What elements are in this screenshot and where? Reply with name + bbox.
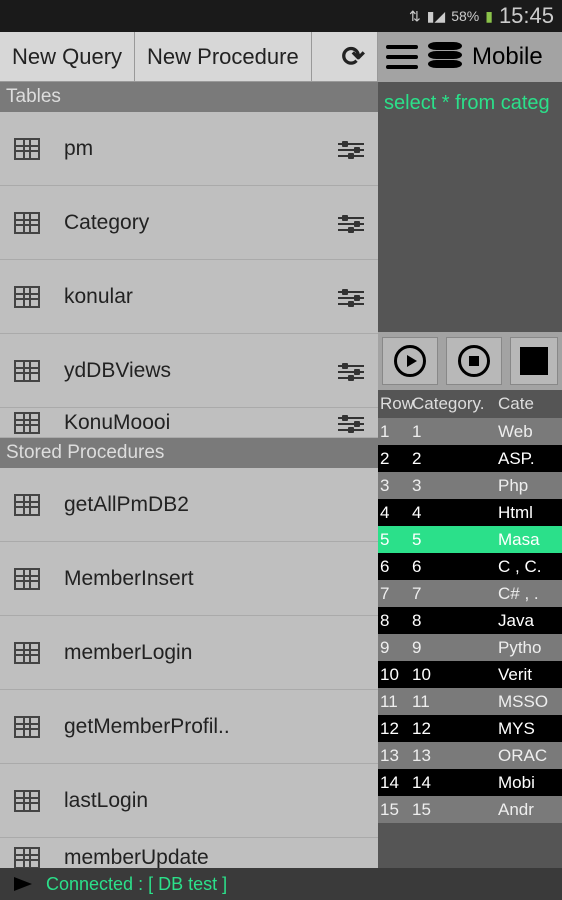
right-panel: Mobile select * from categ Row Category.… bbox=[378, 32, 562, 868]
toolbar: New Query New Procedure ⟳ bbox=[0, 32, 378, 82]
play-arrow-icon bbox=[14, 877, 32, 891]
result-row[interactable]: 1010Verit bbox=[378, 661, 562, 688]
result-row[interactable]: 1212MYS bbox=[378, 715, 562, 742]
action-bar bbox=[378, 332, 562, 390]
settings-icon[interactable] bbox=[338, 139, 364, 159]
left-panel: New Query New Procedure ⟳ Tables pm Cate… bbox=[0, 32, 378, 868]
table-row[interactable]: Category bbox=[0, 186, 378, 260]
status-footer: Connected : [ DB test ] bbox=[0, 868, 562, 900]
save-icon bbox=[520, 347, 548, 375]
proc-label: memberLogin bbox=[64, 641, 364, 665]
settings-icon[interactable] bbox=[338, 287, 364, 307]
app-title: Mobile bbox=[472, 43, 543, 71]
result-row[interactable]: 33Php bbox=[378, 472, 562, 499]
table-icon bbox=[14, 716, 40, 738]
sync-icon: ⇅ bbox=[409, 8, 421, 25]
proc-row[interactable]: getMemberProfil.. bbox=[0, 690, 378, 764]
settings-icon[interactable] bbox=[338, 213, 364, 233]
new-procedure-label: New Procedure bbox=[147, 44, 299, 70]
play-icon bbox=[407, 355, 417, 367]
proc-label: lastLogin bbox=[64, 789, 364, 813]
table-icon bbox=[14, 212, 40, 234]
table-row[interactable]: konular bbox=[0, 260, 378, 334]
result-row[interactable]: 1111MSSO bbox=[378, 688, 562, 715]
refresh-icon: ⟳ bbox=[342, 40, 365, 73]
battery-icon: ▮ bbox=[485, 8, 493, 25]
table-icon bbox=[14, 138, 40, 160]
refresh-button[interactable]: ⟳ bbox=[312, 32, 378, 81]
proc-label: MemberInsert bbox=[64, 567, 364, 591]
proc-row[interactable]: getAllPmDB2 bbox=[0, 468, 378, 542]
table-label: pm bbox=[64, 137, 338, 161]
table-row[interactable]: KonuMoooi bbox=[0, 408, 378, 438]
query-editor[interactable]: select * from categ bbox=[378, 82, 562, 332]
results-grid[interactable]: 11Web22ASP.33Php44Html55Masa66C , C.77C#… bbox=[378, 418, 562, 868]
table-icon bbox=[14, 286, 40, 308]
proc-row[interactable]: MemberInsert bbox=[0, 542, 378, 616]
result-row[interactable]: 1414Mobi bbox=[378, 769, 562, 796]
table-row[interactable]: pm bbox=[0, 112, 378, 186]
stop-icon bbox=[469, 356, 479, 366]
table-icon bbox=[14, 642, 40, 664]
results-header: Row Category. Cate bbox=[378, 390, 562, 418]
table-icon bbox=[14, 360, 40, 382]
table-icon bbox=[14, 568, 40, 590]
status-bar: ⇅ ▮◢ 58% ▮ 15:45 bbox=[0, 0, 562, 32]
new-query-label: New Query bbox=[12, 44, 122, 70]
result-row[interactable]: 1515Andr bbox=[378, 796, 562, 823]
result-row[interactable]: 99Pytho bbox=[378, 634, 562, 661]
right-header: Mobile bbox=[378, 32, 562, 82]
proc-label: memberUpdate bbox=[64, 846, 364, 869]
proc-label: getMemberProfil.. bbox=[64, 715, 364, 739]
new-query-button[interactable]: New Query bbox=[0, 32, 135, 81]
database-icon bbox=[428, 42, 462, 72]
col-row: Row bbox=[380, 394, 412, 414]
query-content: select * from categ bbox=[384, 92, 550, 114]
settings-icon[interactable] bbox=[338, 413, 364, 433]
signal-icon: ▮◢ bbox=[427, 8, 445, 25]
table-label: KonuMoooi bbox=[64, 411, 338, 435]
col-category: Category. bbox=[412, 394, 498, 414]
table-icon bbox=[14, 494, 40, 516]
result-row[interactable]: 22ASP. bbox=[378, 445, 562, 472]
stop-button[interactable] bbox=[446, 337, 502, 385]
result-row[interactable]: 11Web bbox=[378, 418, 562, 445]
procs-list[interactable]: getAllPmDB2 MemberInsert memberLogin get… bbox=[0, 468, 378, 868]
clock: 15:45 bbox=[499, 3, 554, 29]
table-icon bbox=[14, 790, 40, 812]
tables-header: Tables bbox=[0, 82, 378, 112]
proc-label: getAllPmDB2 bbox=[64, 493, 364, 517]
proc-row[interactable]: lastLogin bbox=[0, 764, 378, 838]
proc-row[interactable]: memberUpdate bbox=[0, 838, 378, 868]
new-procedure-button[interactable]: New Procedure bbox=[135, 32, 312, 81]
table-label: ydDBViews bbox=[64, 359, 338, 383]
run-button[interactable] bbox=[382, 337, 438, 385]
menu-icon[interactable] bbox=[386, 45, 418, 69]
table-icon bbox=[14, 847, 40, 869]
result-row[interactable]: 88Java bbox=[378, 607, 562, 634]
tables-list[interactable]: pm Category konular ydDBViews KonuMoooi bbox=[0, 112, 378, 438]
settings-icon[interactable] bbox=[338, 361, 364, 381]
result-row[interactable]: 55Masa bbox=[378, 526, 562, 553]
col-value: Cate bbox=[498, 394, 534, 414]
table-label: Category bbox=[64, 211, 338, 235]
connection-status: Connected : [ DB test ] bbox=[46, 874, 227, 895]
table-label: konular bbox=[64, 285, 338, 309]
procs-header: Stored Procedures bbox=[0, 438, 378, 468]
result-row[interactable]: 1313ORAC bbox=[378, 742, 562, 769]
battery-level: 58% bbox=[451, 8, 479, 24]
result-row[interactable]: 77C# , . bbox=[378, 580, 562, 607]
result-row[interactable]: 44Html bbox=[378, 499, 562, 526]
proc-row[interactable]: memberLogin bbox=[0, 616, 378, 690]
table-row[interactable]: ydDBViews bbox=[0, 334, 378, 408]
result-row[interactable]: 66C , C. bbox=[378, 553, 562, 580]
table-icon bbox=[14, 412, 40, 434]
save-button[interactable] bbox=[510, 337, 558, 385]
